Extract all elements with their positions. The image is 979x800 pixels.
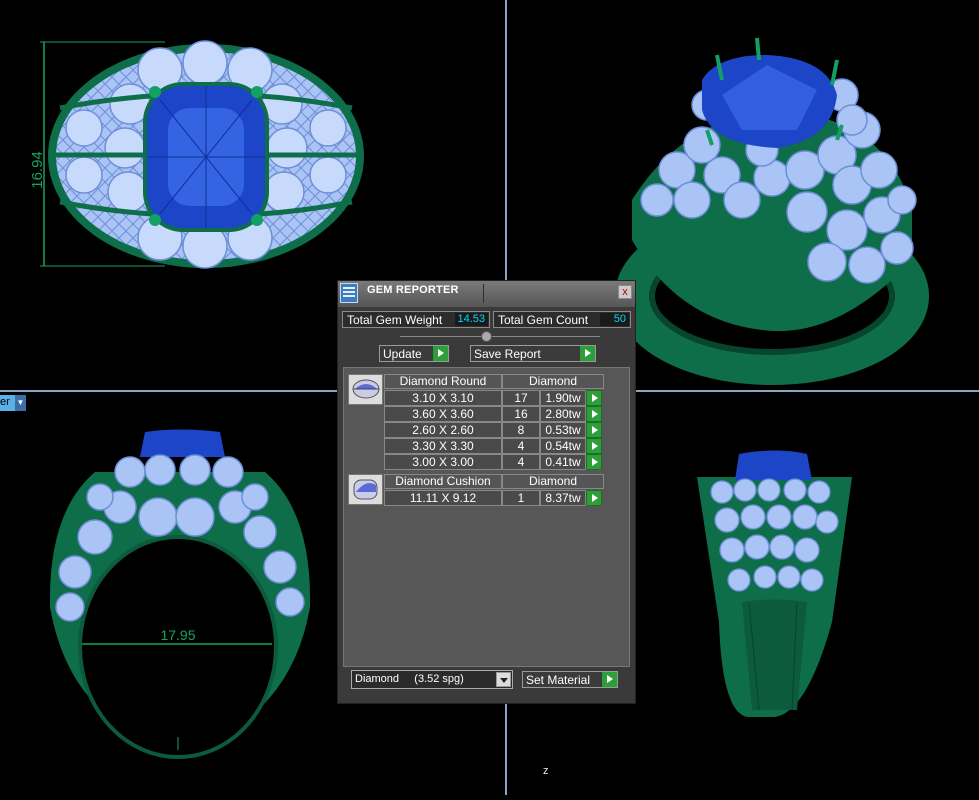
gem-weight: 0.54tw (540, 438, 586, 454)
set-material-button-label: Set Material (526, 673, 591, 687)
gem-count: 1 (502, 490, 540, 506)
gem-type-header: Diamond Round (384, 374, 502, 389)
gem-count: 4 (502, 454, 540, 470)
select-row-button[interactable] (586, 422, 602, 438)
axis-label-z: z (543, 765, 549, 777)
update-button-label: Update (383, 347, 422, 361)
gem-count: 17 (502, 390, 540, 406)
gem-size: 2.60 X 2.60 (384, 422, 502, 438)
round-gem-icon (348, 374, 383, 405)
save-report-button-label: Save Report (474, 347, 541, 361)
play-arrow-icon (602, 672, 617, 687)
viewport-mode-dropdown[interactable]: er ▼ (0, 395, 26, 411)
select-row-button[interactable] (586, 406, 602, 422)
report-slider[interactable] (400, 336, 600, 337)
gem-type-header: Diamond Cushion (384, 474, 502, 489)
gem-count: 4 (502, 438, 540, 454)
gem-reporter-icon (340, 283, 358, 303)
gem-reporter-dialog: GEM REPORTER x Total Gem Weight 14.53 To… (337, 280, 636, 704)
dimension-label: 16.94 (29, 151, 46, 189)
chevron-down-icon[interactable]: ▼ (15, 395, 26, 411)
gem-weight: 2.80tw (540, 406, 586, 422)
material-select[interactable]: Diamond (3.52 spg) (351, 670, 513, 689)
chevron-down-icon[interactable] (496, 672, 511, 687)
gem-size: 3.00 X 3.00 (384, 454, 502, 470)
select-row-button[interactable] (586, 454, 602, 470)
play-arrow-icon (433, 346, 448, 361)
total-gem-weight-label: Total Gem Weight (347, 313, 443, 327)
save-report-button[interactable]: Save Report (470, 345, 596, 362)
gem-size: 3.60 X 3.60 (384, 406, 502, 422)
gem-count: 8 (502, 422, 540, 438)
gem-size: 11.11 X 9.12 (384, 490, 502, 506)
total-gem-count-value: 50 (600, 313, 629, 326)
dialog-title: GEM REPORTER (367, 284, 459, 296)
gem-material-header: Diamond (502, 474, 604, 489)
viewport-mode-text: er (0, 396, 10, 408)
gem-size: 3.10 X 3.10 (384, 390, 502, 406)
set-material-button[interactable]: Set Material (522, 671, 618, 688)
gem-weight: 8.37tw (540, 490, 586, 506)
total-gem-count: Total Gem Count 50 (493, 311, 631, 328)
close-icon: x (622, 286, 628, 298)
dialog-titlebar[interactable]: GEM REPORTER x (338, 281, 635, 307)
total-gem-weight: Total Gem Weight 14.53 (342, 311, 490, 328)
total-gem-weight-value: 14.53 (455, 313, 488, 326)
select-row-button[interactable] (586, 438, 602, 454)
update-button[interactable]: Update (379, 345, 449, 362)
gem-weight: 0.53tw (540, 422, 586, 438)
dimension-label: 17.95 (160, 627, 195, 643)
cushion-gem-icon (348, 474, 383, 505)
gem-count: 16 (502, 406, 540, 422)
close-button[interactable]: x (618, 285, 632, 299)
select-row-button[interactable] (586, 490, 602, 506)
select-row-button[interactable] (586, 390, 602, 406)
slider-handle[interactable] (481, 331, 492, 342)
gem-list-panel[interactable]: Diamond Round Diamond 3.10 X 3.10 17 1.9… (343, 367, 630, 667)
material-select-value: Diamond (3.52 spg) (355, 673, 464, 685)
play-arrow-icon (580, 346, 595, 361)
gem-size: 3.30 X 3.30 (384, 438, 502, 454)
title-divider (483, 284, 484, 303)
gem-material-header: Diamond (502, 374, 604, 389)
gem-weight: 0.41tw (540, 454, 586, 470)
gem-weight: 1.90tw (540, 390, 586, 406)
total-gem-count-label: Total Gem Count (498, 313, 589, 327)
